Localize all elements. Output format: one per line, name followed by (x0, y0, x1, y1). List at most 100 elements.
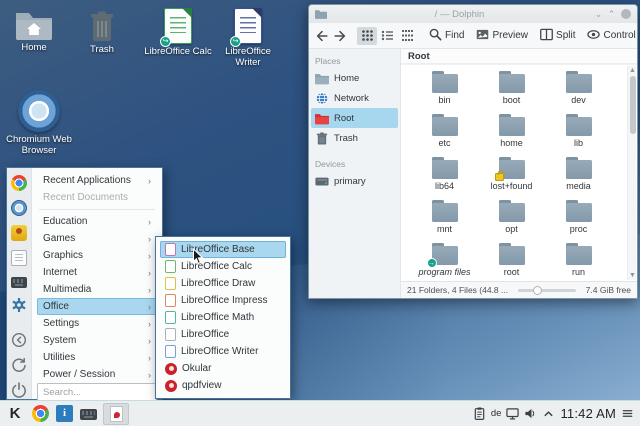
chrome-icon[interactable] (32, 405, 49, 422)
menu-category[interactable]: System › (37, 332, 157, 349)
sidebar-place-item[interactable]: Trash (311, 128, 398, 148)
scrollbar[interactable]: ▲ ▼ (627, 66, 636, 280)
clipboard-icon[interactable] (473, 407, 486, 420)
submenu-app-item[interactable]: LibreOffice Impress (160, 292, 286, 309)
window-app-icon (315, 9, 327, 19)
folder-item[interactable]: boot (478, 71, 545, 114)
breadcrumb[interactable]: Root (401, 49, 637, 64)
minimize-button[interactable]: ⌄ (592, 8, 605, 21)
submenu-app-item[interactable]: Okular (160, 360, 286, 377)
back-button[interactable] (315, 29, 329, 43)
window-titlebar[interactable]: / — Dolphin ⌄ ⌃ (309, 5, 637, 23)
folder-item[interactable]: → program files (411, 243, 478, 281)
close-button[interactable] (621, 9, 631, 19)
menu-category[interactable]: Education › (37, 213, 157, 230)
sidebar-place-item[interactable]: Root (311, 108, 398, 128)
submenu-app-item[interactable]: LibreOffice Draw (160, 275, 286, 292)
folder-item[interactable]: mnt (411, 200, 478, 243)
taskbar: K i de 11:42 AM (0, 400, 640, 426)
sidebar-place-item[interactable]: Network (311, 88, 398, 108)
folder-name: mnt (437, 224, 452, 234)
folder-icon (497, 157, 527, 179)
info-app-icon[interactable]: i (56, 405, 73, 422)
menu-category[interactable]: Internet › (37, 264, 157, 281)
folder-item[interactable]: lost+found (478, 157, 545, 200)
split-button[interactable]: Split (536, 27, 579, 45)
scroll-up-icon[interactable]: ▲ (628, 66, 637, 75)
find-button[interactable]: Find (425, 27, 468, 45)
desktop-icon-chromium[interactable]: Chromium Web Browser (0, 90, 78, 157)
panel-toggle-icon[interactable] (621, 407, 634, 420)
keyboard-app-icon[interactable] (80, 409, 97, 420)
folder-item[interactable]: lib (545, 114, 612, 157)
libreoffice-calc-icon: ↪ (164, 8, 192, 44)
desktop-icon-libreoffice-calc[interactable]: ↪ LibreOffice Calc (142, 8, 214, 58)
trash-icon (315, 132, 329, 145)
folder-icon: → (430, 243, 460, 265)
folder-item[interactable]: opt (478, 200, 545, 243)
zoom-slider-handle[interactable] (533, 286, 542, 295)
document-app-icon[interactable] (11, 250, 27, 266)
clock[interactable]: 11:42 AM (560, 406, 616, 421)
folder-item[interactable]: etc (411, 114, 478, 157)
kde-launcher-button[interactable]: K (4, 403, 26, 425)
folder-item[interactable]: root (478, 243, 545, 281)
control-button[interactable]: Control (583, 27, 639, 45)
submenu-app-item[interactable]: LibreOffice Calc (160, 258, 286, 275)
restart-icon[interactable] (11, 357, 27, 373)
lock-icon[interactable] (11, 332, 27, 348)
submenu-app-item[interactable]: LibreOffice Base (160, 241, 286, 258)
task-button[interactable] (103, 403, 129, 425)
yellow-app-icon[interactable] (11, 225, 27, 241)
menu-category[interactable]: Settings › (37, 315, 157, 332)
submenu-arrow-icon: › (148, 319, 151, 329)
sidebar-place-item[interactable]: primary (311, 171, 398, 191)
preview-button[interactable]: Preview (472, 27, 532, 45)
tray-expand-icon[interactable] (542, 407, 555, 420)
menu-category[interactable]: Multimedia › (37, 281, 157, 298)
menu-category[interactable]: Recent Applications › (37, 172, 157, 189)
scrollbar-thumb[interactable] (630, 76, 636, 134)
zoom-slider[interactable] (518, 285, 576, 295)
details-view-button[interactable] (377, 27, 397, 45)
chromium-icon[interactable] (11, 200, 27, 216)
keyboard-app-icon[interactable] (11, 277, 27, 288)
control-label: Control (603, 30, 635, 41)
shutdown-icon[interactable] (11, 382, 27, 398)
submenu-app-item[interactable]: LibreOffice (160, 326, 286, 343)
maximize-button[interactable]: ⌃ (605, 8, 618, 21)
folder-item[interactable]: media (545, 157, 612, 200)
compact-view-button[interactable] (397, 27, 417, 45)
menu-category[interactable]: Utilities › (37, 349, 157, 366)
folder-item[interactable]: run (545, 243, 612, 281)
sidebar-place-item[interactable]: Home (311, 68, 398, 88)
submenu-app-item[interactable]: LibreOffice Math (160, 309, 286, 326)
folder-item[interactable]: home (478, 114, 545, 157)
menu-category[interactable]: Recent Documents (37, 189, 157, 206)
scroll-down-icon[interactable]: ▼ (628, 271, 637, 280)
folder-item[interactable]: bin (411, 71, 478, 114)
menu-category[interactable]: Graphics › (37, 247, 157, 264)
folder-item[interactable]: lib64 (411, 157, 478, 200)
monitor-icon[interactable] (506, 407, 519, 420)
menu-category[interactable]: Office › (37, 298, 157, 315)
icons-view-button[interactable] (357, 27, 377, 45)
submenu-app-item[interactable]: qpdfview (160, 377, 286, 394)
drive-icon (315, 175, 329, 188)
folder-item[interactable]: proc (545, 200, 612, 243)
menu-category[interactable]: Power / Session › (37, 366, 157, 383)
desktop-icon-home[interactable]: Home (2, 10, 66, 54)
libreoffice-calc-icon (165, 260, 176, 273)
forward-button[interactable] (333, 29, 347, 43)
desktop-icon-trash[interactable]: Trash (70, 10, 134, 56)
desktop-icon-libreoffice-writer[interactable]: ↪ LibreOffice Writer (212, 8, 284, 69)
submenu-app-item[interactable]: LibreOffice Writer (160, 343, 286, 360)
menu-search-input[interactable] (37, 383, 157, 401)
keyboard-layout-indicator[interactable]: de (491, 408, 502, 419)
volume-icon[interactable] (524, 407, 537, 420)
system-settings-icon[interactable] (11, 297, 27, 313)
chrome-icon[interactable] (11, 175, 27, 191)
submenu-arrow-icon: › (148, 268, 151, 278)
menu-category[interactable]: Games › (37, 230, 157, 247)
folder-item[interactable]: dev (545, 71, 612, 114)
